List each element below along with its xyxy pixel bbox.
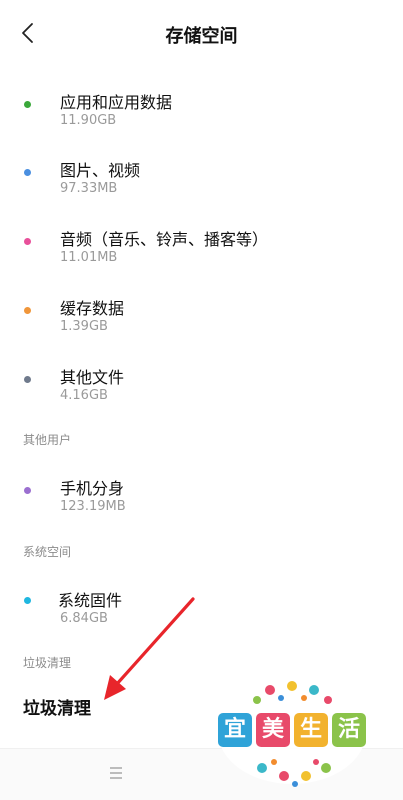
color-dot <box>24 238 31 245</box>
color-dot <box>24 376 31 383</box>
item-size: 123.19MB <box>60 499 126 514</box>
storage-item-other-files[interactable]: 其他文件 4.16GB <box>0 361 403 421</box>
section-header-other-users: 其他用户 <box>23 433 72 447</box>
watermark-char: 生 <box>299 717 322 742</box>
header: 存储空间 <box>0 0 403 68</box>
item-label: 应用和应用数据 <box>60 93 173 112</box>
item-size: 97.33MB <box>60 181 118 196</box>
storage-item-media[interactable]: 图片、视频 97.33MB <box>0 154 403 214</box>
item-label: 手机分身 <box>60 479 125 498</box>
section-header-junk-clean: 垃圾清理 <box>23 656 72 670</box>
color-dot <box>24 597 31 604</box>
watermark-char: 活 <box>337 717 360 742</box>
color-dot <box>24 487 31 494</box>
item-label: 音频（音乐、铃声、播客等） <box>60 230 269 249</box>
watermark-char: 宜 <box>223 717 246 742</box>
item-size: 1.39GB <box>60 319 108 334</box>
item-size: 6.84GB <box>60 611 108 626</box>
item-label: 其他文件 <box>60 368 125 387</box>
color-dot <box>24 307 31 314</box>
item-label: 图片、视频 <box>60 161 141 180</box>
storage-item-apps[interactable]: 应用和应用数据 11.90GB <box>0 86 403 146</box>
junk-clean-item[interactable]: 垃圾清理 <box>23 694 91 719</box>
storage-item-audio[interactable]: 音频（音乐、铃声、播客等） 11.01MB <box>0 223 403 283</box>
color-dot <box>24 169 31 176</box>
watermark-logo: 宜 美 生 活 <box>212 676 372 792</box>
item-size: 11.01MB <box>60 250 118 265</box>
item-size: 4.16GB <box>60 388 108 403</box>
item-size: 11.90GB <box>60 113 117 128</box>
item-label: 缓存数据 <box>60 299 125 318</box>
section-header-system-space: 系统空间 <box>23 545 72 559</box>
color-dot <box>24 101 31 108</box>
page-title: 存储空间 <box>165 26 238 47</box>
menu-icon[interactable] <box>109 766 123 780</box>
item-label: 系统固件 <box>58 591 123 610</box>
storage-item-second-space[interactable]: 手机分身 123.19MB <box>0 472 403 532</box>
watermark-char: 美 <box>261 717 284 742</box>
storage-item-cache[interactable]: 缓存数据 1.39GB <box>0 292 403 352</box>
storage-item-system-firmware[interactable]: 系统固件 6.84GB <box>0 584 403 644</box>
